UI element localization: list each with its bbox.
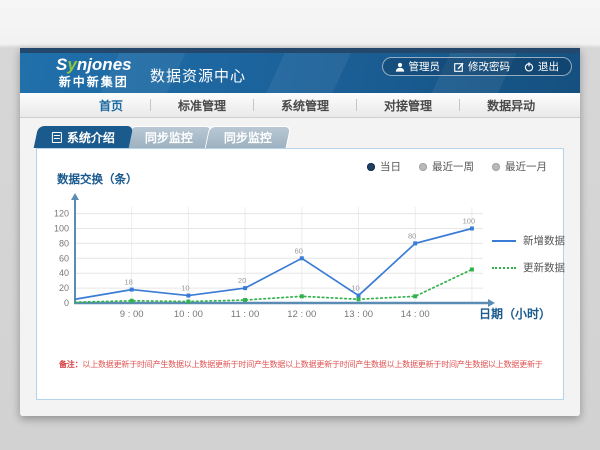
data-point — [413, 241, 417, 245]
period-filter: 当日 最近一周 最近一月 — [367, 159, 547, 174]
y-tick-label: 100 — [54, 224, 69, 234]
data-point — [186, 294, 190, 298]
tab-label: 同步监控 — [224, 129, 272, 146]
legend-item-updated-data[interactable]: 更新数据 — [492, 260, 565, 275]
radio-last-week[interactable]: 最近一周 — [419, 159, 474, 174]
data-point — [357, 297, 361, 301]
company-logo: Synjones 新中新集团 — [56, 56, 132, 88]
y-tick-label: 0 — [64, 298, 69, 308]
x-tick-label: 12 : 00 — [287, 309, 316, 320]
y-axis-arrow — [71, 193, 79, 200]
y-tick-label: 80 — [59, 238, 69, 248]
data-point — [470, 227, 474, 231]
app-window: Synjones 新中新集团 数据资源中心 管理员 修改密码 退出 — [20, 48, 580, 416]
legend-label: 更新数据 — [523, 260, 565, 275]
logout-label: 退出 — [538, 59, 559, 74]
tab-bar: 系统介绍 同步监控 同步监控 — [36, 126, 286, 148]
series-line-更新数据 — [75, 269, 472, 302]
radio-today[interactable]: 当日 — [367, 159, 401, 174]
main-navigation: 首页 标准管理 系统管理 对接管理 数据异动 — [20, 93, 580, 118]
legend-item-new-data[interactable]: 新增数据 — [492, 233, 565, 248]
power-icon — [524, 62, 534, 72]
data-point — [130, 288, 134, 292]
footer-note: 备注：以上数据更新于时间产生数据以上数据更新于时间产生数据以上数据更新于时间产生… — [59, 359, 553, 370]
page-title: 数据资源中心 — [150, 65, 246, 86]
tab-label: 系统介绍 — [67, 129, 115, 146]
logo-subtitle: 新中新集团 — [56, 76, 132, 88]
point-value-label: 10 — [181, 284, 189, 293]
radio-label: 最近一周 — [432, 159, 474, 174]
x-axis-title: 日期（小时） — [479, 305, 551, 322]
chart-panel: 当日 最近一周 最近一月 数据交换（条） 0 20 40 60 80 100 120 9 : … — [36, 148, 564, 400]
x-tick-label: 10 : 00 — [174, 309, 203, 320]
point-value-label: 10 — [351, 284, 359, 293]
app-header: Synjones 新中新集团 数据资源中心 管理员 修改密码 退出 — [20, 53, 580, 93]
edit-icon — [454, 62, 464, 72]
tab-label: 同步监控 — [145, 129, 193, 146]
content-area: 系统介绍 同步监控 同步监控 当日 最近一周 — [20, 118, 580, 416]
dotted-line-icon — [492, 267, 516, 269]
document-icon — [52, 132, 62, 143]
legend-label: 新增数据 — [523, 233, 565, 248]
point-value-label: 100 — [463, 217, 476, 226]
x-tick-label: 14 : 00 — [401, 309, 430, 320]
x-tick-label: 9 : 00 — [120, 309, 144, 320]
user-icon — [395, 62, 405, 72]
radio-last-month[interactable]: 最近一月 — [492, 159, 547, 174]
data-point — [357, 294, 361, 298]
y-tick-label: 20 — [59, 283, 69, 293]
data-point — [413, 294, 417, 298]
line-chart: 0 20 40 60 80 100 120 9 : 00 10 : 00 11 : 00 12 : … — [51, 193, 501, 331]
data-point — [243, 286, 247, 290]
logout-button[interactable]: 退出 — [524, 59, 559, 74]
tab-system-intro[interactable]: 系统介绍 — [34, 126, 134, 148]
solid-line-icon — [492, 240, 516, 242]
note-label: 备注： — [59, 360, 82, 369]
user-toolbar: 管理员 修改密码 退出 — [382, 57, 573, 76]
radio-dot-icon — [367, 163, 375, 171]
data-point — [243, 298, 247, 302]
point-value-label: 80 — [408, 231, 416, 240]
nav-item-interface-management[interactable]: 对接管理 — [357, 97, 459, 114]
point-value-label: 60 — [295, 246, 303, 255]
radio-label: 当日 — [380, 159, 401, 174]
data-point — [300, 256, 304, 260]
chart-legend: 新增数据 更新数据 — [492, 233, 565, 275]
data-point — [470, 267, 474, 271]
nav-item-system-management[interactable]: 系统管理 — [254, 97, 356, 114]
nav-item-data-change[interactable]: 数据异动 — [460, 97, 562, 114]
tab-sync-monitor-2[interactable]: 同步监控 — [205, 126, 292, 148]
logo-wordmark: Synjones — [56, 56, 132, 73]
username-label: 管理员 — [409, 59, 441, 74]
y-tick-label: 40 — [59, 268, 69, 278]
desktop-background: Synjones 新中新集团 数据资源中心 管理员 修改密码 退出 — [0, 0, 600, 450]
data-point — [130, 299, 134, 303]
note-text: 以上数据更新于时间产生数据以上数据更新于时间产生数据以上数据更新于时间产生数据以… — [82, 360, 542, 369]
nav-item-standard-management[interactable]: 标准管理 — [151, 97, 253, 114]
point-value-label: 20 — [238, 276, 246, 285]
y-tick-label: 60 — [59, 253, 69, 263]
nav-item-home[interactable]: 首页 — [72, 97, 150, 114]
y-tick-label: 120 — [54, 209, 69, 219]
point-value-label: 18 — [125, 278, 133, 287]
radio-label: 最近一月 — [505, 159, 547, 174]
y-axis-title: 数据交换（条） — [57, 171, 138, 187]
change-password-label: 修改密码 — [468, 59, 510, 74]
data-point — [300, 294, 304, 298]
tab-sync-monitor-1[interactable]: 同步监控 — [126, 126, 213, 148]
change-password-button[interactable]: 修改密码 — [454, 59, 510, 74]
x-tick-label: 13 : 00 — [344, 309, 373, 320]
data-point — [186, 300, 190, 304]
radio-dot-icon — [492, 163, 500, 171]
current-user[interactable]: 管理员 — [395, 59, 441, 74]
logo-accent-letter: y — [67, 55, 76, 74]
radio-dot-icon — [419, 163, 427, 171]
x-tick-label: 11 : 00 — [231, 309, 259, 320]
